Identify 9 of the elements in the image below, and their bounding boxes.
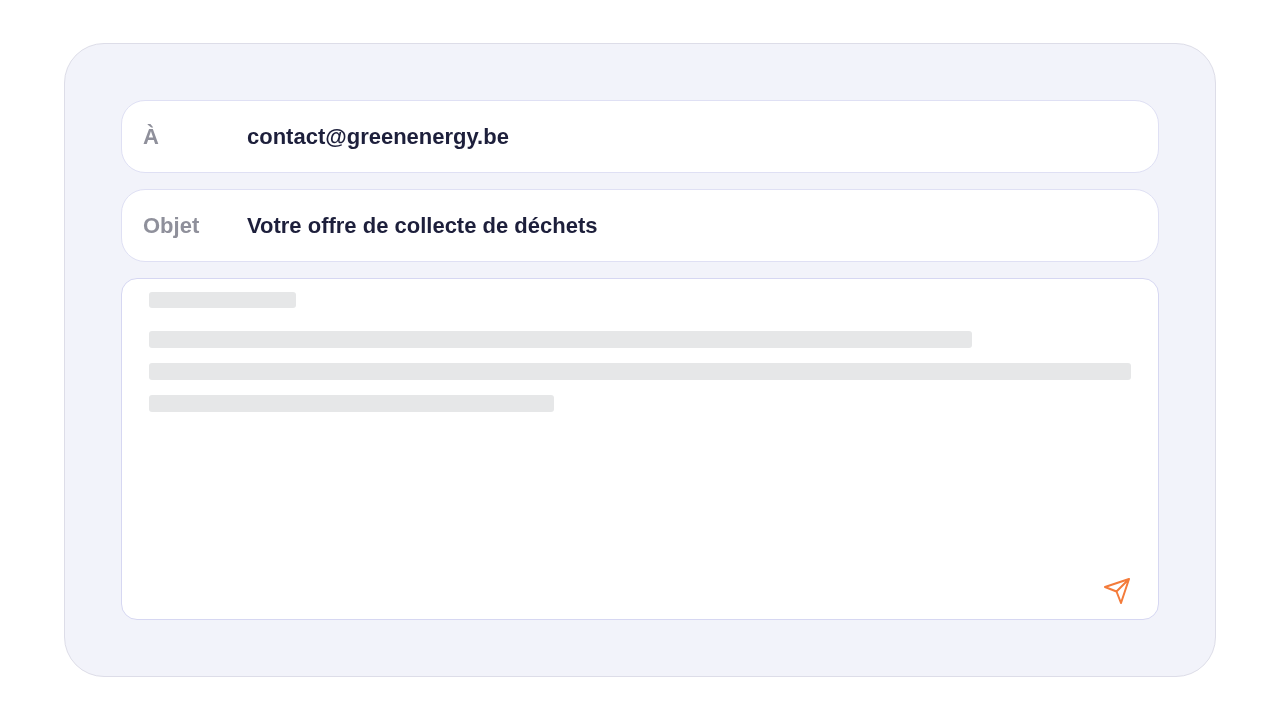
send-icon — [1104, 578, 1130, 604]
field-label: À — [143, 123, 160, 151]
message-body-field[interactable] — [121, 278, 1159, 620]
field-label: Objet — [143, 212, 201, 240]
field-value: contact@greenenergy.be — [247, 123, 509, 151]
input-field[interactable]: À contact@greenenergy.be — [121, 100, 1159, 173]
send-button[interactable] — [1103, 577, 1131, 605]
field-value: Votre offre de collecte de déchets — [247, 212, 598, 240]
input-field[interactable]: Objet Votre offre de collecte de déchets — [121, 189, 1159, 262]
